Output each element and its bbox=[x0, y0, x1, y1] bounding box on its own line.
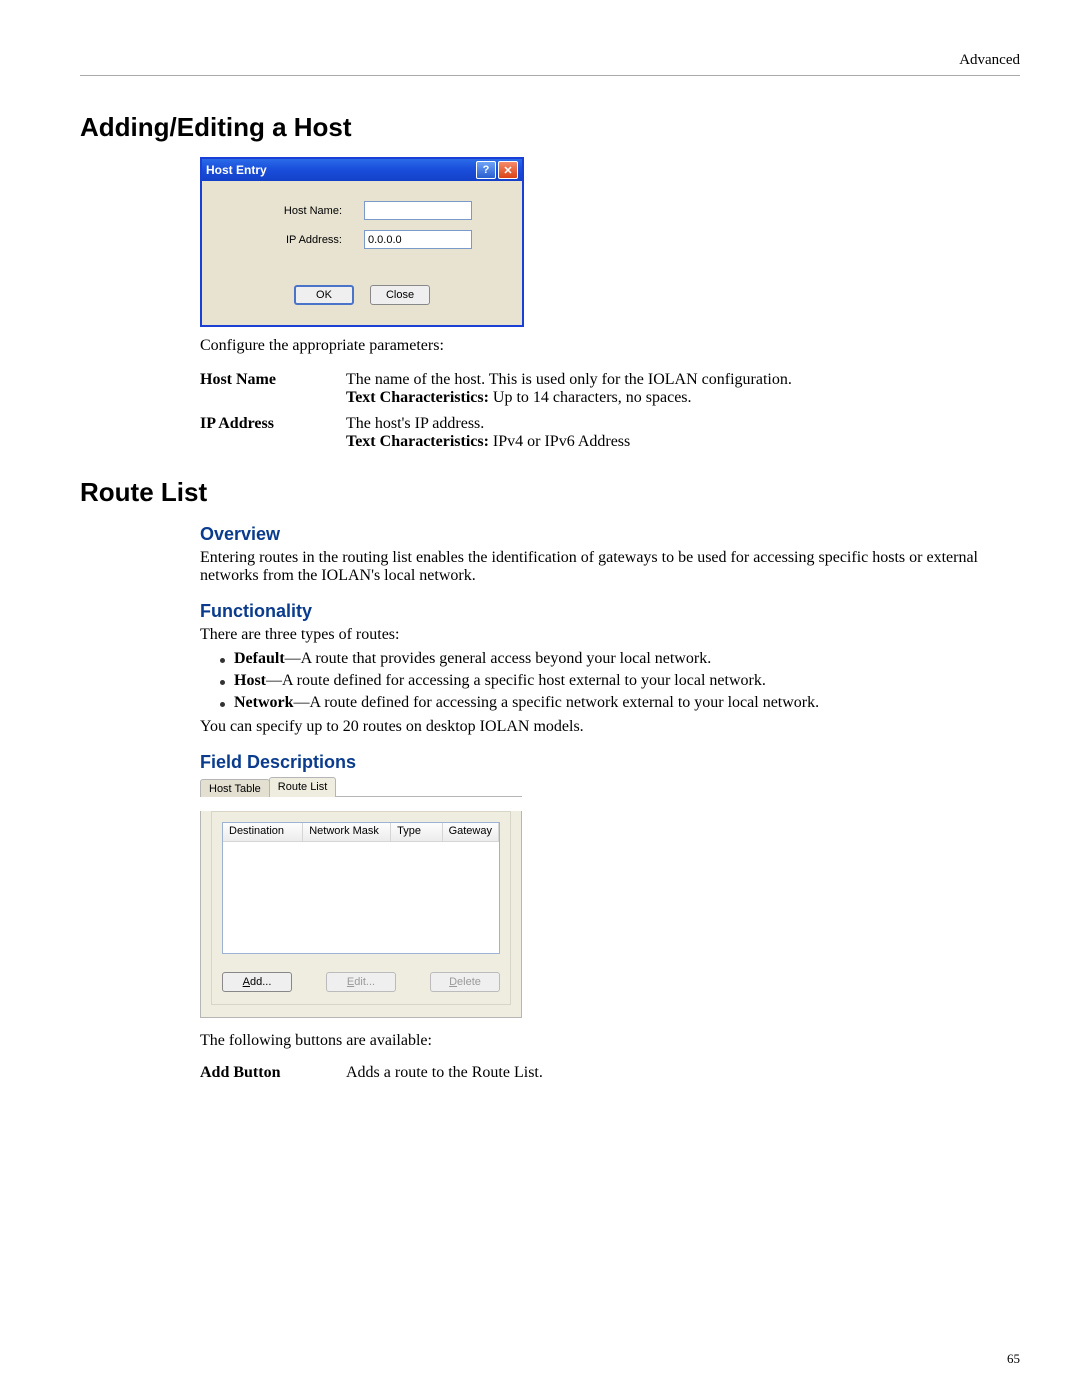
list-item: Default—A route that provides general ac… bbox=[220, 650, 1020, 668]
buttons-intro: The following buttons are available: bbox=[200, 1032, 1020, 1050]
param-hostname-tc: Up to 14 characters, no spaces. bbox=[489, 389, 692, 406]
add-button-desc: Adds a route to the Route List. bbox=[346, 1060, 1020, 1086]
overview-heading: Overview bbox=[200, 524, 1020, 545]
route-tabs: Host Table Route List bbox=[200, 777, 522, 797]
param-ipaddr-desc: The host's IP address. bbox=[346, 415, 484, 432]
col-gateway[interactable]: Gateway bbox=[443, 823, 499, 841]
section-title-route-list: Route List bbox=[80, 477, 1020, 508]
col-network-mask[interactable]: Network Mask bbox=[303, 823, 391, 841]
host-name-input[interactable] bbox=[364, 201, 472, 220]
ip-address-label: IP Address: bbox=[222, 234, 364, 246]
delete-underline: D bbox=[449, 976, 457, 988]
ip-address-input[interactable] bbox=[364, 230, 472, 249]
bullet-rest-default: —A route that provides general access be… bbox=[285, 650, 712, 667]
functionality-intro: There are three types of routes: bbox=[200, 626, 1020, 644]
add-button[interactable]: Add... bbox=[222, 972, 292, 992]
section-title-adding-host: Adding/Editing a Host bbox=[80, 112, 1020, 143]
functionality-heading: Functionality bbox=[200, 601, 1020, 622]
list-item: Host—A route defined for accessing a spe… bbox=[220, 672, 1020, 690]
field-descriptions-heading: Field Descriptions bbox=[200, 752, 1020, 773]
param-hostname-tc-label: Text Characteristics: bbox=[346, 389, 489, 406]
edit-button[interactable]: Edit... bbox=[326, 972, 396, 992]
route-type-list: Default—A route that provides general ac… bbox=[200, 650, 1020, 712]
add-button-key: Add Button bbox=[200, 1060, 346, 1086]
col-destination[interactable]: Destination bbox=[223, 823, 303, 841]
route-list-panel: Destination Network Mask Type Gateway Ad… bbox=[200, 811, 522, 1018]
route-grid[interactable]: Destination Network Mask Type Gateway bbox=[222, 822, 500, 954]
delete-button[interactable]: Delete bbox=[430, 972, 500, 992]
add-underline: A bbox=[243, 976, 250, 988]
host-entry-dialog: Host Entry ? ✕ Host Name: IP Address: OK… bbox=[200, 157, 524, 327]
ok-button[interactable]: OK bbox=[294, 285, 354, 305]
dialog-titlebar: Host Entry ? ✕ bbox=[202, 159, 522, 181]
tab-route-list[interactable]: Route List bbox=[269, 777, 337, 797]
bullet-rest-host: —A route defined for accessing a specifi… bbox=[266, 672, 766, 689]
config-intro: Configure the appropriate parameters: bbox=[200, 337, 1020, 355]
functionality-note: You can specify up to 20 routes on deskt… bbox=[200, 718, 1020, 736]
header-rule bbox=[80, 75, 1020, 76]
overview-text: Entering routes in the routing list enab… bbox=[200, 549, 1020, 585]
bullet-term-network: Network bbox=[234, 694, 294, 711]
col-type[interactable]: Type bbox=[391, 823, 442, 841]
param-hostname-desc: The name of the host. This is used only … bbox=[346, 371, 792, 388]
page-number: 65 bbox=[1007, 1351, 1020, 1367]
param-hostname-key: Host Name bbox=[200, 367, 346, 411]
parameter-table: Host Name The name of the host. This is … bbox=[200, 367, 1020, 455]
dialog-title: Host Entry bbox=[206, 163, 474, 177]
close-icon[interactable]: ✕ bbox=[498, 161, 518, 179]
help-icon[interactable]: ? bbox=[476, 161, 496, 179]
close-button[interactable]: Close bbox=[370, 285, 430, 305]
param-ipaddr-tc-label: Text Characteristics: bbox=[346, 433, 489, 450]
bullet-rest-network: —A route defined for accessing a specifi… bbox=[294, 694, 820, 711]
bullet-term-host: Host bbox=[234, 672, 266, 689]
tab-host-table[interactable]: Host Table bbox=[200, 779, 270, 797]
delete-rest: elete bbox=[457, 976, 481, 988]
param-ipaddr-tc: IPv4 or IPv6 Address bbox=[489, 433, 630, 450]
add-rest: dd... bbox=[250, 976, 271, 988]
bullet-term-default: Default bbox=[234, 650, 285, 667]
list-item: Network—A route defined for accessing a … bbox=[220, 694, 1020, 712]
param-ipaddr-key: IP Address bbox=[200, 411, 346, 455]
button-table: Add Button Adds a route to the Route Lis… bbox=[200, 1060, 1020, 1086]
edit-rest: dit... bbox=[354, 976, 375, 988]
host-name-label: Host Name: bbox=[222, 205, 364, 217]
header-right: Advanced bbox=[80, 52, 1020, 69]
